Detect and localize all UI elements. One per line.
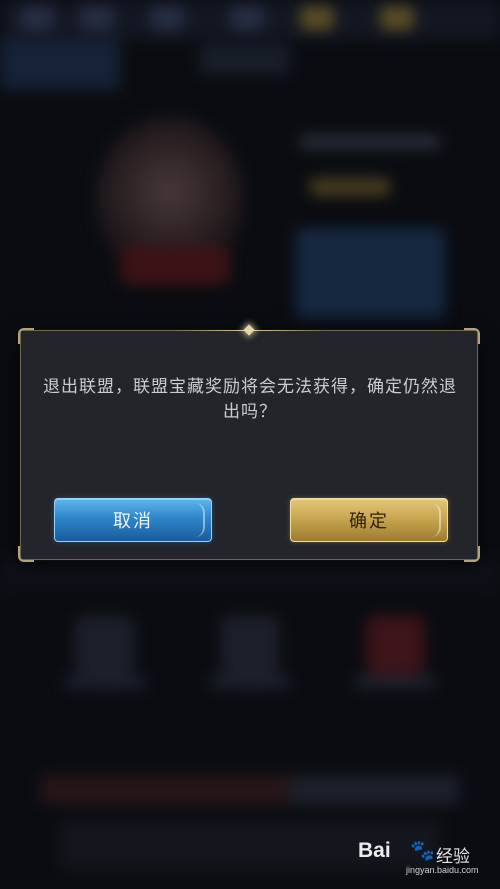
baidu-watermark: Bai 🐾 经验 jingyan.baidu.com — [358, 837, 488, 881]
watermark-logo-text: Bai — [358, 839, 391, 862]
confirm-button-label: 确定 — [349, 511, 389, 532]
quit-alliance-dialog: 退出联盟，联盟宝藏奖励将会无法获得，确定仍然退出吗？ 取消 确定 — [18, 324, 480, 562]
dialog-corner-ornament — [18, 328, 34, 344]
watermark-url: jingyan.baidu.com — [406, 865, 479, 875]
dialog-corner-ornament — [464, 546, 480, 562]
button-highlight — [173, 503, 205, 537]
dialog-message: 退出联盟，联盟宝藏奖励将会无法获得，确定仍然退出吗？ — [43, 377, 457, 422]
dialog-corner-ornament — [18, 546, 34, 562]
dialog-corner-ornament — [464, 328, 480, 344]
button-highlight — [409, 503, 441, 537]
watermark-logo-suffix: 经验 — [436, 847, 470, 867]
cancel-button-label: 取消 — [113, 511, 153, 532]
cancel-button[interactable]: 取消 — [54, 498, 212, 542]
confirm-button[interactable]: 确定 — [290, 498, 448, 542]
paw-icon: 🐾 — [410, 838, 435, 862]
